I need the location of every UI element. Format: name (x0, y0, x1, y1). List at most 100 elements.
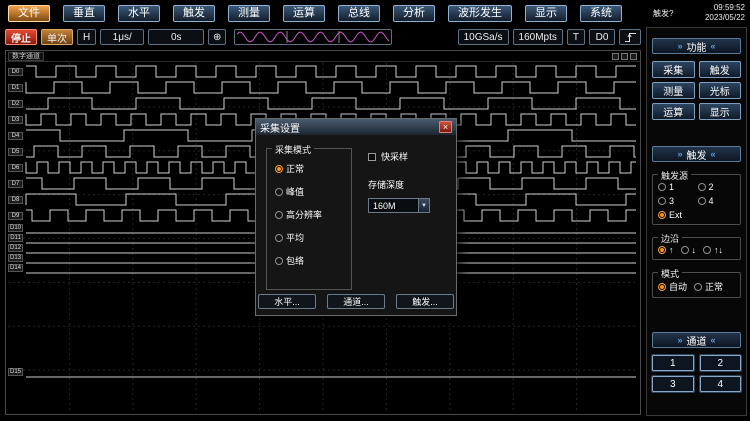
channel-badge[interactable]: D10 (8, 224, 23, 232)
edge-option[interactable]: ↓ (681, 245, 697, 255)
edge-label: 边沿 (658, 232, 682, 245)
channel-badge[interactable]: D15 (8, 368, 23, 376)
dialog-footer-button[interactable]: 触发... (396, 294, 454, 309)
trigger-slope-button[interactable] (619, 29, 641, 45)
radio-icon (681, 246, 689, 254)
fast-sample-checkbox[interactable]: 快采样 (368, 150, 430, 163)
timebase-control[interactable]: 1μs/ (100, 29, 144, 45)
chevron-down-icon: ▼ (418, 199, 429, 212)
channel-badge[interactable]: D3 (8, 116, 23, 124)
channel-badge[interactable]: D0 (8, 68, 23, 76)
chevron-right-icon: » (677, 149, 682, 159)
trigger-mode-option[interactable]: 正常 (694, 280, 723, 293)
menu-item[interactable]: 运算 (283, 5, 325, 22)
acquire-mode-label: 采集模式 (272, 143, 314, 156)
menubar: 文件 垂直 水平 触发 测量 运算 总线 分析 波形发生 显示 系统 (0, 0, 648, 26)
menu-item[interactable]: 显示 (525, 5, 567, 22)
edge-arrow-label: ↓ (692, 245, 697, 255)
edge-option[interactable]: ↑ (658, 245, 674, 255)
trigger-mode-option[interactable]: 自动 (658, 280, 687, 293)
window-controls (612, 53, 637, 60)
acquire-mode-option[interactable]: 平均 (275, 231, 343, 244)
layout-grid-icon[interactable] (612, 53, 619, 60)
radio-icon (698, 197, 706, 205)
channel-badge[interactable]: D9 (8, 212, 23, 220)
channel-button[interactable]: 2 (700, 355, 742, 371)
channel-badge[interactable]: D14 (8, 264, 23, 272)
menu-item[interactable]: 文件 (8, 5, 50, 22)
function-button[interactable]: 采集 (652, 61, 695, 78)
memory-depth-dropdown[interactable]: 160M ▼ (368, 198, 430, 213)
stop-button[interactable]: 停止 (5, 29, 37, 45)
radio-label: 峰值 (286, 185, 304, 198)
split-view-icon[interactable] (621, 53, 628, 60)
menu-item[interactable]: 总线 (338, 5, 380, 22)
channel-button[interactable]: 4 (700, 376, 742, 392)
menu-item[interactable]: 水平 (118, 5, 160, 22)
trigger-source-option[interactable]: 1 (658, 182, 696, 192)
radio-label: 4 (709, 196, 714, 206)
trigger-status-label: 触发? (653, 8, 673, 19)
tab-digital-channels[interactable]: 数字通道 (8, 52, 44, 61)
function-button[interactable]: 显示 (699, 103, 742, 120)
menu-item[interactable]: 触发 (173, 5, 215, 22)
radio-icon (275, 188, 283, 196)
function-button[interactable]: 测量 (652, 82, 695, 99)
channel-badge[interactable]: D11 (8, 234, 23, 242)
acquire-mode-option[interactable]: 正常 (275, 162, 343, 175)
acquire-mode-option[interactable]: 包络 (275, 254, 343, 267)
menu-item[interactable]: 波形发生 (448, 5, 512, 22)
edge-option[interactable]: ↑↓ (703, 245, 723, 255)
menu-item[interactable]: 分析 (393, 5, 435, 22)
radio-label: Ext (669, 210, 682, 220)
menu-item[interactable]: 系统 (580, 5, 622, 22)
zoom-icon[interactable]: ⊕ (208, 29, 226, 45)
horizontal-position-control[interactable]: 0s (148, 29, 204, 45)
radio-label: 平均 (286, 231, 304, 244)
menu-item[interactable]: 测量 (228, 5, 270, 22)
channel-badge[interactable]: D13 (8, 254, 23, 262)
dialog-titlebar[interactable]: 采集设置 × (256, 119, 456, 135)
acquire-mode-option[interactable]: 高分辨率 (275, 208, 343, 221)
trigger-header-label: 触发 (687, 147, 707, 162)
function-button[interactable]: 触发 (699, 61, 742, 78)
trigger-source-option[interactable]: Ext (658, 210, 696, 220)
fast-sample-label: 快采样 (381, 150, 408, 163)
chevron-right-icon: » (677, 335, 682, 345)
maximize-icon[interactable] (630, 53, 637, 60)
single-button[interactable]: 单次 (41, 29, 73, 45)
acquisition-settings-dialog: 采集设置 × 采集模式 正常 峰值 (255, 118, 457, 316)
channel-badge[interactable]: D6 (8, 164, 23, 172)
trigger-source-group: 触发源 1 2 3 4 (652, 174, 741, 225)
radio-icon (658, 246, 666, 254)
chevron-left-icon: « (711, 41, 716, 51)
trigger-mode-label: 模式 (658, 267, 682, 280)
rising-edge-icon (624, 32, 637, 43)
channel-badge[interactable]: D2 (8, 100, 23, 108)
channel-button[interactable]: 3 (652, 376, 694, 392)
radio-label: 1 (669, 182, 674, 192)
close-icon[interactable]: × (439, 121, 452, 133)
function-button[interactable]: 光标 (699, 82, 742, 99)
trigger-source-option[interactable]: 2 (698, 182, 736, 192)
channel-badge[interactable]: D1 (8, 84, 23, 92)
radio-label: 正常 (286, 162, 304, 175)
function-button[interactable]: 运算 (652, 103, 695, 120)
menu-item[interactable]: 垂直 (63, 5, 105, 22)
channel-badge[interactable]: D7 (8, 180, 23, 188)
trigger-source-button[interactable]: D0 (589, 29, 615, 45)
dialog-footer-button[interactable]: 水平... (258, 294, 316, 309)
trigger-source-option[interactable]: 3 (658, 196, 696, 206)
radio-icon (658, 211, 666, 219)
trigger-source-option[interactable]: 4 (698, 196, 736, 206)
channel-button[interactable]: 1 (652, 355, 694, 371)
channel-badge[interactable]: D12 (8, 244, 23, 252)
acquire-mode-option[interactable]: 峰值 (275, 185, 343, 198)
radio-label: 高分辨率 (286, 208, 322, 221)
dialog-footer-button[interactable]: 通道... (327, 294, 385, 309)
channel-badge[interactable]: D4 (8, 132, 23, 140)
edge-arrow-label: ↑ (669, 245, 674, 255)
channel-badge[interactable]: D5 (8, 148, 23, 156)
channel-badge[interactable]: D8 (8, 196, 23, 204)
waveform-preview-strip[interactable] (234, 29, 392, 45)
